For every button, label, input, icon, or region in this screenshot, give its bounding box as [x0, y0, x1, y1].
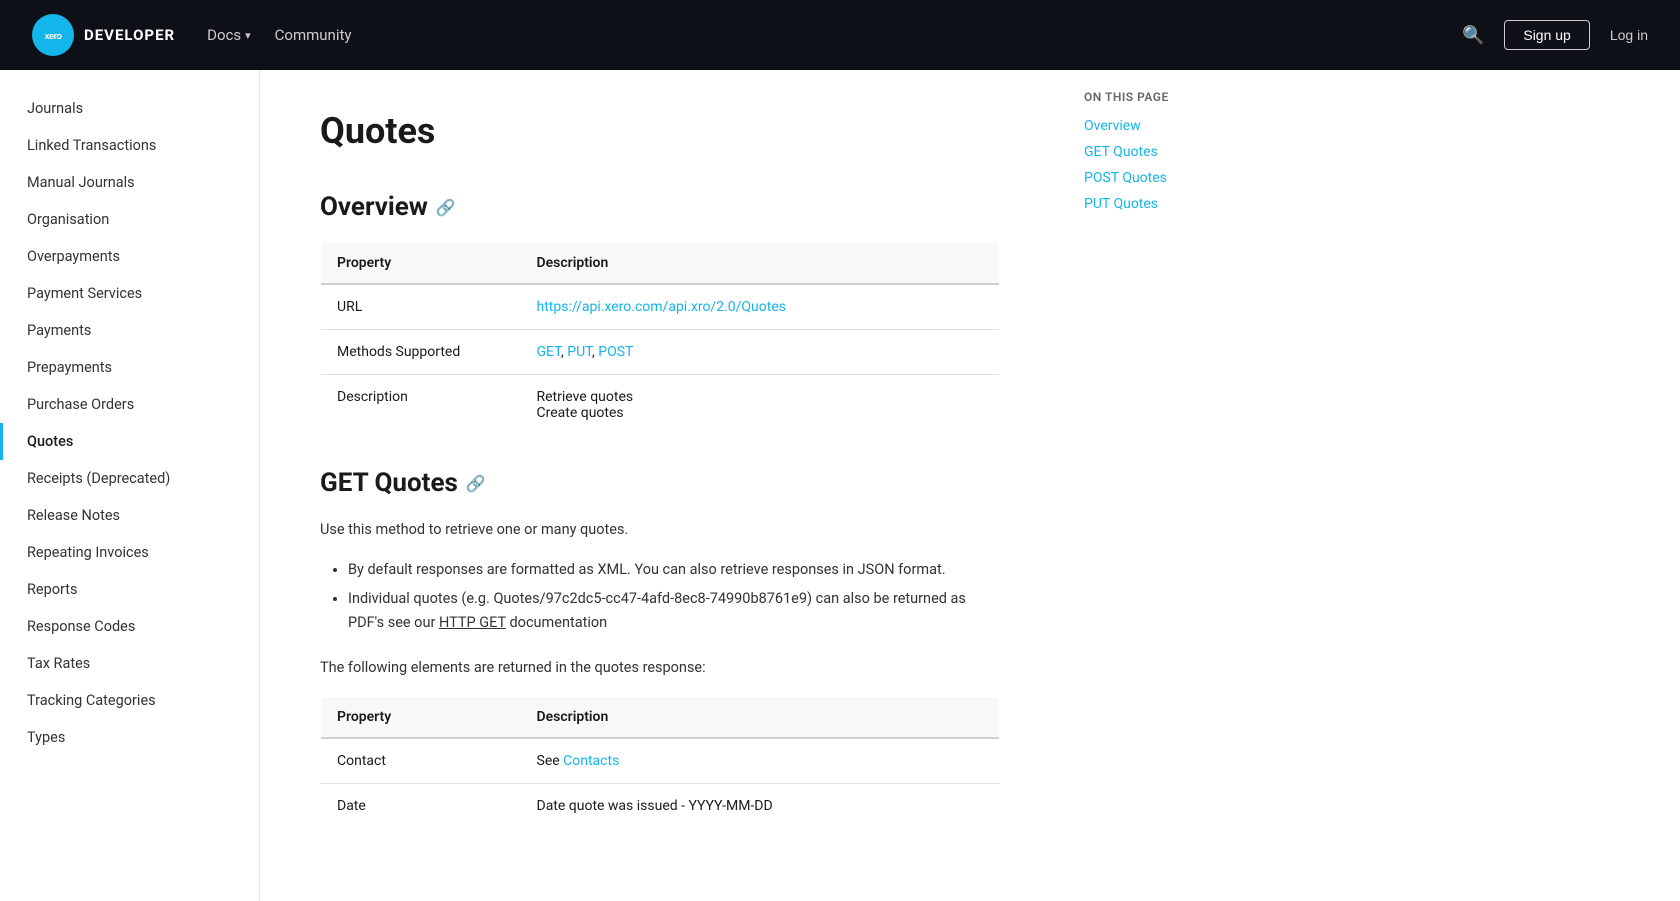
table-cell: Methods Supported [321, 330, 521, 375]
toc-item-post-quotes[interactable]: POST Quotes [1084, 170, 1256, 186]
overview-heading: Overview 🔗 [320, 192, 1000, 222]
overview-section: Overview 🔗 Property Description URL http… [320, 192, 1000, 436]
logo-icon: xero [32, 14, 74, 56]
sidebar-item-reports[interactable]: Reports [0, 571, 259, 608]
toc-panel: On this page Overview GET Quotes POST Qu… [1060, 70, 1280, 901]
sidebar-item-linked-transactions[interactable]: Linked Transactions [0, 127, 259, 164]
sidebar: Journals Linked Transactions Manual Jour… [0, 70, 260, 901]
logo[interactable]: xero DEVELOPER [32, 14, 175, 56]
get-quotes-col-description: Description [521, 696, 1000, 738]
table-cell: https://api.xero.com/api.xro/2.0/Quotes [521, 284, 1000, 330]
get-quotes-elements-text: The following elements are returned in t… [320, 656, 1000, 680]
page-layout: Journals Linked Transactions Manual Jour… [0, 70, 1680, 901]
table-cell: Date [321, 783, 521, 828]
header-actions: 🔍 Sign up Log in [1462, 20, 1648, 50]
table-cell: See Contacts [521, 738, 1000, 784]
table-row: Methods Supported GET, PUT, POST [321, 330, 1000, 375]
url-link[interactable]: https://api.xero.com/api.xro/2.0/Quotes [537, 299, 786, 315]
logo-text: DEVELOPER [84, 26, 175, 44]
table-row: Description Retrieve quotes Create quote… [321, 375, 1000, 436]
sidebar-item-response-codes[interactable]: Response Codes [0, 608, 259, 645]
get-quotes-heading: GET Quotes 🔗 [320, 468, 1000, 498]
sidebar-item-tax-rates[interactable]: Tax Rates [0, 645, 259, 682]
nav-community[interactable]: Community [275, 26, 352, 44]
list-item: Individual quotes (e.g. Quotes/97c2dc5-c… [348, 587, 1000, 636]
svg-text:xero: xero [44, 31, 62, 41]
table-cell: GET, PUT, POST [521, 330, 1000, 375]
table-row: Contact See Contacts [321, 738, 1000, 784]
toc-label: On this page [1084, 90, 1256, 104]
get-quotes-col-property: Property [321, 696, 521, 738]
toc-item-get-quotes[interactable]: GET Quotes [1084, 144, 1256, 160]
list-item: By default responses are formatted as XM… [348, 558, 1000, 583]
toc-item-overview[interactable]: Overview [1084, 118, 1256, 134]
search-icon[interactable]: 🔍 [1462, 25, 1484, 46]
table-cell: Retrieve quotes Create quotes [521, 375, 1000, 436]
sidebar-item-purchase-orders[interactable]: Purchase Orders [0, 386, 259, 423]
sidebar-item-types[interactable]: Types [0, 719, 259, 756]
sidebar-item-organisation[interactable]: Organisation [0, 201, 259, 238]
nav-docs[interactable]: Docs ▾ [207, 26, 251, 44]
anchor-icon[interactable]: 🔗 [436, 198, 456, 217]
sidebar-item-tracking-categories[interactable]: Tracking Categories [0, 682, 259, 719]
signup-button[interactable]: Sign up [1504, 20, 1589, 50]
sidebar-item-payments[interactable]: Payments [0, 312, 259, 349]
table-cell: Date quote was issued - YYYY-MM-DD [521, 783, 1000, 828]
overview-col-description: Description [521, 243, 1000, 285]
table-cell: URL [321, 284, 521, 330]
get-quotes-intro: Use this method to retrieve one or many … [320, 518, 1000, 542]
sidebar-item-payment-services[interactable]: Payment Services [0, 275, 259, 312]
table-row: Date Date quote was issued - YYYY-MM-DD [321, 783, 1000, 828]
contacts-link[interactable]: Contacts [563, 753, 619, 769]
table-row: URL https://api.xero.com/api.xro/2.0/Quo… [321, 284, 1000, 330]
sidebar-item-prepayments[interactable]: Prepayments [0, 349, 259, 386]
sidebar-item-overpayments[interactable]: Overpayments [0, 238, 259, 275]
sidebar-item-journals[interactable]: Journals [0, 90, 259, 127]
chevron-down-icon: ▾ [245, 29, 251, 42]
sidebar-item-receipts-deprecated[interactable]: Receipts (Deprecated) [0, 460, 259, 497]
main-nav: Docs ▾ Community [207, 26, 1430, 44]
get-quotes-section: GET Quotes 🔗 Use this method to retrieve… [320, 468, 1000, 829]
sidebar-item-manual-journals[interactable]: Manual Journals [0, 164, 259, 201]
site-header: xero DEVELOPER Docs ▾ Community 🔍 Sign u… [0, 0, 1680, 70]
main-content: Quotes Overview 🔗 Property Description U… [260, 70, 1060, 901]
login-button[interactable]: Log in [1610, 27, 1648, 43]
overview-col-property: Property [321, 243, 521, 285]
sidebar-item-release-notes[interactable]: Release Notes [0, 497, 259, 534]
http-get-link[interactable]: HTTP GET [439, 614, 506, 631]
table-cell: Contact [321, 738, 521, 784]
table-cell: Description [321, 375, 521, 436]
put-method-link[interactable]: PUT [567, 344, 592, 360]
sidebar-item-quotes[interactable]: Quotes [0, 423, 259, 460]
get-method-link[interactable]: GET [537, 344, 562, 360]
get-quotes-table: Property Description Contact See Contact… [320, 696, 1000, 829]
anchor-icon[interactable]: 🔗 [466, 474, 486, 493]
get-quotes-bullet-list: By default responses are formatted as XM… [320, 558, 1000, 636]
toc-item-put-quotes[interactable]: PUT Quotes [1084, 196, 1256, 212]
post-method-link[interactable]: POST [598, 344, 633, 360]
overview-table: Property Description URL https://api.xer… [320, 242, 1000, 436]
sidebar-item-repeating-invoices[interactable]: Repeating Invoices [0, 534, 259, 571]
page-title: Quotes [320, 110, 1000, 152]
